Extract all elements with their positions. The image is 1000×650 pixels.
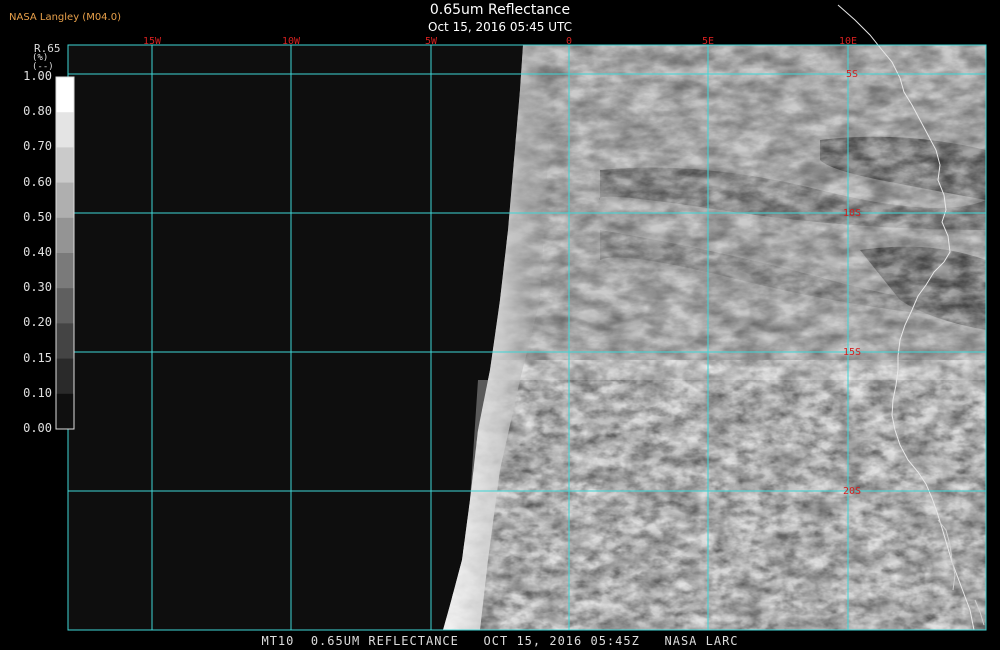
colorbar-swatch xyxy=(56,253,74,289)
colorbar-swatch xyxy=(56,358,74,395)
lat-label: 10S xyxy=(843,208,861,219)
colorbar-swatch xyxy=(56,182,74,219)
footer-caption: MT10 0.65UM REFLECTANCE OCT 15, 2016 05:… xyxy=(261,634,739,648)
colorbar xyxy=(55,76,75,430)
lat-label: 5S xyxy=(846,69,858,80)
colorbar-swatch xyxy=(56,217,74,254)
lat-label: 15S xyxy=(843,347,861,358)
colorbar-swatch xyxy=(56,77,74,113)
colorbar-swatch xyxy=(56,323,74,360)
colorbar-swatch xyxy=(56,147,74,184)
colorbar-swatch xyxy=(56,393,74,430)
satellite-map: 15W 10W 5W 0 5E 10E5S10S15S20S xyxy=(55,4,987,631)
lat-label: 20S xyxy=(843,486,861,497)
colorbar-swatch xyxy=(56,288,74,324)
colorbar-swatch xyxy=(56,112,74,148)
